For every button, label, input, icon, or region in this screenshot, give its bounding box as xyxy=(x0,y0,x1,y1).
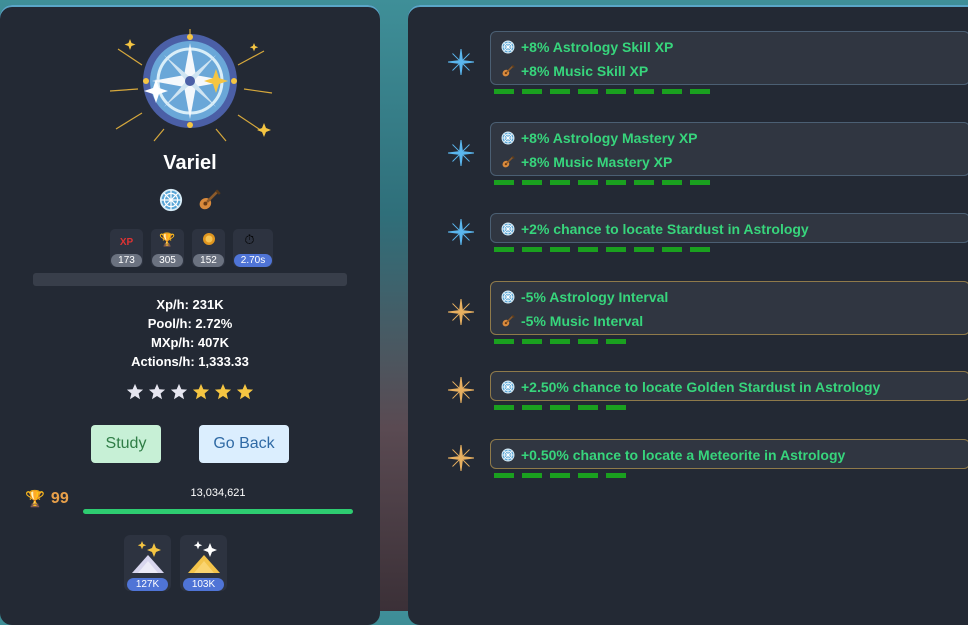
xp-icon: XP xyxy=(119,237,134,248)
trophy-icon: 🏆 xyxy=(25,491,45,508)
modifier-card: +8% Astrology Mastery XP +8% Music Master… xyxy=(490,122,968,176)
medal-value: 152 xyxy=(193,254,224,267)
modifier-progress-dashes xyxy=(494,89,710,94)
modifier-text: +0.50% chance to locate a Meteorite in A… xyxy=(521,447,846,463)
astrology-icon xyxy=(501,448,515,462)
modifier-card: +2% chance to locate Stardust in Astrolo… xyxy=(490,213,968,243)
modifier-text: +8% Astrology Mastery XP xyxy=(521,130,698,146)
music-skill-icon[interactable] xyxy=(196,187,222,213)
stardust-item[interactable]: 127K xyxy=(124,535,171,591)
modifier-line: -5% Astrology Interval xyxy=(491,285,968,309)
pool-per-hour: Pool/h: 2.72% xyxy=(147,316,233,331)
modifier-text: +8% Music Skill XP xyxy=(521,63,649,79)
mastery-progress-bar xyxy=(83,509,353,514)
mastery-level: 🏆 99 xyxy=(25,489,69,509)
modifier-line: +8% Astrology Mastery XP xyxy=(491,126,968,150)
modifier-text: -5% Music Interval xyxy=(521,313,644,329)
blue-sparkle-icon xyxy=(448,140,474,166)
character-name: Variel xyxy=(163,152,217,174)
star-rating xyxy=(0,383,380,401)
study-button[interactable]: Study xyxy=(91,425,161,463)
modifier-text: -5% Astrology Interval xyxy=(521,289,669,305)
actions-per-hour: Actions/h: 1,333.33 xyxy=(131,354,249,369)
modifier-text: +2.50% chance to locate Golden Stardust … xyxy=(521,379,881,395)
modifier-progress-dashes xyxy=(494,339,626,344)
stopwatch-icon: ⏱ xyxy=(244,232,255,247)
star-gold-icon xyxy=(236,383,254,400)
modifier-line: +0.50% chance to locate a Meteorite in A… xyxy=(491,443,968,467)
golden-stardust-icon xyxy=(188,541,220,573)
star-white-icon xyxy=(170,383,188,400)
trophy-badge[interactable]: 🏆 305 xyxy=(151,229,184,267)
modifier-text: +8% Astrology Skill XP xyxy=(521,39,674,55)
music-icon xyxy=(501,64,515,78)
interval-value: 2.70s xyxy=(234,254,272,267)
modifier-progress-dashes xyxy=(494,180,710,185)
gold-sparkle-icon xyxy=(448,445,474,471)
modifier-progress-dashes xyxy=(494,405,626,410)
go-back-button[interactable]: Go Back xyxy=(199,425,289,463)
star-white-icon xyxy=(148,383,166,400)
astrology-icon xyxy=(501,222,515,236)
astrology-icon xyxy=(501,290,515,304)
stardust-count: 127K xyxy=(127,578,168,591)
interval-badge[interactable]: ⏱ 2.70s xyxy=(233,229,273,267)
modifier-line: +2.50% chance to locate Golden Stardust … xyxy=(491,375,968,399)
stat-badges: XP 173 🏆 305 152 ⏱ 2.70s xyxy=(110,229,273,267)
mastery-xp-value: 13,034,621 xyxy=(190,487,246,499)
trophy-icon: 🏆 xyxy=(159,232,176,247)
star-gold-icon xyxy=(214,383,232,400)
modifier-progress-dashes xyxy=(494,247,710,252)
music-icon xyxy=(501,314,515,328)
xp-per-hour: Xp/h: 231K xyxy=(156,297,224,312)
xp-value: 173 xyxy=(111,254,142,267)
modifier-line: +8% Astrology Skill XP xyxy=(491,35,968,59)
modifier-card: +2.50% chance to locate Golden Stardust … xyxy=(490,371,968,401)
modifier-text: +8% Music Mastery XP xyxy=(521,154,673,170)
modifier-line: +8% Music Mastery XP xyxy=(491,150,968,174)
skill-detail-panel: Variel XP 173 🏆 305 152 ⏱ 2.70s Xp/h: 23… xyxy=(0,5,380,625)
trophy-value: 305 xyxy=(152,254,183,267)
astrology-icon xyxy=(501,131,515,145)
modifier-text: +2% chance to locate Stardust in Astrolo… xyxy=(521,221,809,237)
modifier-line: +2% chance to locate Stardust in Astrolo… xyxy=(491,217,968,241)
astrology-icon xyxy=(501,380,515,394)
modifier-progress-dashes xyxy=(494,473,626,478)
gold-sparkle-icon xyxy=(448,299,474,325)
item-list: 127K 103K xyxy=(124,535,227,591)
modifier-line: +8% Music Skill XP xyxy=(491,59,968,83)
medal-badge[interactable]: 152 xyxy=(192,229,225,267)
modifier-line: -5% Music Interval xyxy=(491,309,968,333)
music-icon xyxy=(501,155,515,169)
mastery-xp-per-hour: MXp/h: 407K xyxy=(150,335,229,350)
rate-stats: Xp/h: 231K Pool/h: 2.72% MXp/h: 407K Act… xyxy=(0,295,380,371)
medal-icon xyxy=(192,232,225,249)
mastery-level-value: 99 xyxy=(50,490,69,507)
star-gold-icon xyxy=(192,383,210,400)
gold-sparkle-icon xyxy=(448,377,474,403)
stardust-icon xyxy=(132,541,164,573)
astrology-icon xyxy=(501,40,515,54)
astrology-skill-icon[interactable] xyxy=(158,187,184,213)
golden-stardust-item[interactable]: 103K xyxy=(180,535,227,591)
compass-emblem-icon xyxy=(109,29,273,142)
blue-sparkle-icon xyxy=(448,219,474,245)
skill-icons xyxy=(0,187,380,213)
golden-stardust-count: 103K xyxy=(183,578,224,591)
star-white-icon xyxy=(126,383,144,400)
xp-badge[interactable]: XP 173 xyxy=(110,229,143,267)
modifier-card: -5% Astrology Interval -5% Music Interval xyxy=(490,281,968,335)
modifier-card: +0.50% chance to locate a Meteorite in A… xyxy=(490,439,968,469)
modifier-card: +8% Astrology Skill XP +8% Music Skill XP xyxy=(490,31,968,85)
mastery-pool-bar xyxy=(33,273,347,286)
blue-sparkle-icon xyxy=(448,49,474,75)
